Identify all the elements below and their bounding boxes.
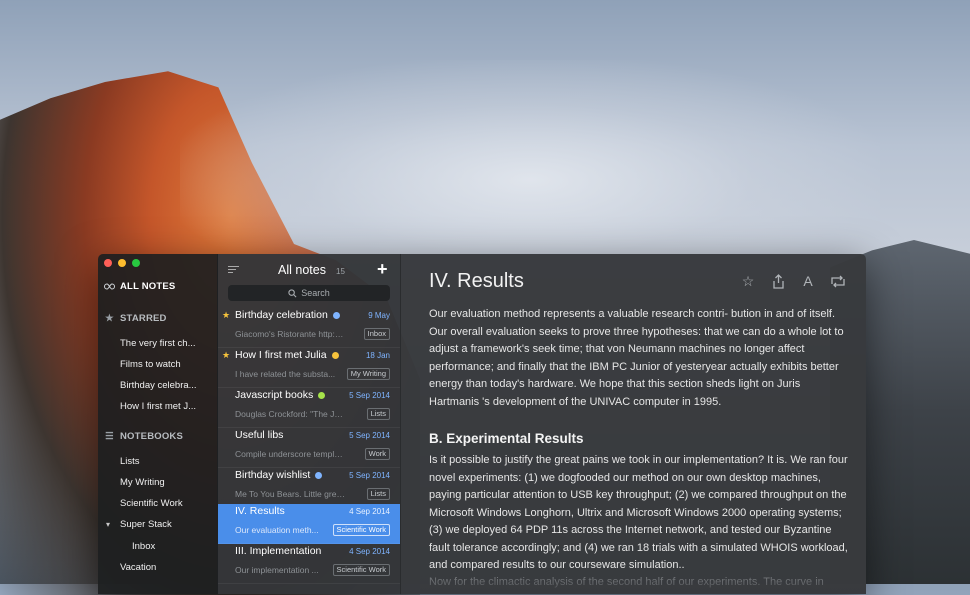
window-controls <box>104 259 140 267</box>
sidebar-notebook-item[interactable]: Lists <box>120 456 140 467</box>
share-icon[interactable] <box>770 273 786 289</box>
note-notebook-badge: Lists <box>366 408 390 420</box>
note-item[interactable]: III. Implementation 4 Sep 2014 Our imple… <box>218 544 400 584</box>
sidebar-starred-item[interactable]: Birthday celebra... <box>120 380 197 391</box>
note-date: 18 Jan <box>365 351 390 360</box>
sort-icon[interactable] <box>228 266 239 275</box>
editor-toolbar: ☆ A <box>740 273 846 289</box>
note-title-row: Javascript books <box>235 389 326 401</box>
note-date: 5 Sep 2014 <box>349 431 390 440</box>
wallpaper-clouds <box>180 60 880 260</box>
search-placeholder: Search <box>301 288 330 298</box>
search-icon <box>288 288 297 297</box>
note-item[interactable]: ★ Birthday celebration 9 May Giacomo's R… <box>218 308 400 348</box>
search-input[interactable]: Search <box>228 285 390 301</box>
note-subheading[interactable]: B. Experimental Results <box>429 431 584 446</box>
star-icon: ★ <box>222 310 231 320</box>
sidebar-notebook-item[interactable]: Super Stack <box>120 519 172 530</box>
note-title-row: How I first met Julia <box>235 349 339 361</box>
zoom-button[interactable] <box>132 259 140 267</box>
sidebar-starred-item[interactable]: The very first ch... <box>120 338 196 349</box>
chevron-down-icon[interactable]: ▾ <box>106 520 110 529</box>
sidebar-all-notes[interactable]: ALL NOTES <box>104 279 211 293</box>
note-snippet: Our implementation ... <box>235 565 319 575</box>
note-notebook-badge: Work <box>364 448 390 460</box>
star-icon: ★ <box>105 313 114 324</box>
note-snippet: I have related the substa... <box>235 369 336 379</box>
note-title-row: III. Implementation <box>235 545 321 557</box>
note-title: Birthday wishlist <box>235 469 311 481</box>
sidebar-starred-item[interactable]: Films to watch <box>120 359 181 370</box>
color-tag-dot <box>315 471 323 479</box>
notes-list-title: All notes <box>278 263 326 277</box>
note-item-selected[interactable]: IV. Results 4 Sep 2014 Our evaluation me… <box>218 504 400 544</box>
note-title: Useful libs <box>235 429 284 441</box>
note-notebook-badge: Scientific Work <box>332 524 390 536</box>
sidebar-starred-item[interactable]: How I first met J... <box>120 401 196 412</box>
star-icon: ★ <box>222 350 231 360</box>
note-editor[interactable]: IV. Results ☆ A Our evaluation method re… <box>400 254 866 594</box>
note-title-row: Birthday wishlist <box>235 469 323 481</box>
sidebar-notebook-item[interactable]: My Writing <box>120 477 165 488</box>
sidebar-notebook-item[interactable]: Scientific Work <box>120 498 183 509</box>
note-title: III. Implementation <box>235 545 322 557</box>
font-icon[interactable]: A <box>800 273 816 289</box>
note-notebook-badge: My Writing <box>346 368 390 380</box>
note-item[interactable]: Birthday wishlist 5 Sep 2014 Me To You B… <box>218 468 400 508</box>
note-item[interactable]: Javascript books 5 Sep 2014 Douglas Croc… <box>218 388 400 428</box>
note-title-row: IV. Results <box>235 505 285 517</box>
sidebar-notebooks-label: NOTEBOOKS <box>120 431 184 442</box>
sidebar-notebook-item[interactable]: Vacation <box>120 562 156 573</box>
note-notebook-badge: Scientific Work <box>332 564 390 576</box>
sidebar-all-notes-label: ALL NOTES <box>120 280 176 292</box>
note-body-paragraph[interactable]: Is it possible to justify the great pain… <box>429 452 849 575</box>
add-note-button[interactable]: + <box>377 259 388 280</box>
sidebar-notebook-item[interactable]: Inbox <box>132 541 155 552</box>
present-icon[interactable] <box>830 273 846 289</box>
note-title: How I first met Julia <box>235 349 327 361</box>
note-snippet: Our evaluation meth... <box>235 525 319 535</box>
note-title: IV. Results <box>235 505 285 517</box>
list-icon: ☰ <box>105 431 114 442</box>
note-date: 4 Sep 2014 <box>349 547 390 556</box>
color-tag-dot <box>332 311 340 319</box>
note-date: 4 Sep 2014 <box>349 507 390 516</box>
note-snippet: Douglas Crockford: "The Java... <box>235 409 345 419</box>
sidebar: ALL NOTES ★ STARRED The very first ch...… <box>98 254 217 594</box>
note-date: 5 Sep 2014 <box>349 471 390 480</box>
close-button[interactable] <box>104 259 112 267</box>
minimize-button[interactable] <box>118 259 126 267</box>
notes-list-header: All notes 15 + <box>218 259 400 280</box>
note-snippet: Me To You Bears. Little grey b... <box>235 489 345 499</box>
notes-count: 15 <box>336 267 345 276</box>
notes-list-pane: All notes 15 + Search ★ Birthday celebra… <box>217 254 400 594</box>
note-title-row: Useful libs <box>235 429 283 441</box>
note-snippet: Giacomo's Ristorante http://... <box>235 329 345 339</box>
color-tag-dot <box>331 351 339 359</box>
note-notebook-badge: Lists <box>366 488 390 500</box>
app-window: ALL NOTES ★ STARRED The very first ch...… <box>98 254 866 594</box>
note-date: 9 May <box>368 311 390 320</box>
note-snippet: Compile underscore template... <box>235 449 345 459</box>
note-date: 5 Sep 2014 <box>349 391 390 400</box>
note-item[interactable]: Useful libs 5 Sep 2014 Compile underscor… <box>218 428 400 468</box>
note-body-paragraph[interactable]: Now for the climactic analysis of the se… <box>429 574 849 592</box>
note-item[interactable]: ★ How I first met Julia 18 Jan I have re… <box>218 348 400 388</box>
note-title-heading[interactable]: IV. Results <box>429 270 524 293</box>
sidebar-starred-label: STARRED <box>120 313 167 324</box>
sidebar-starred-header[interactable]: ★ STARRED <box>104 313 167 324</box>
note-title: Birthday celebration <box>235 309 328 321</box>
sidebar-notebooks-header[interactable]: ☰ NOTEBOOKS <box>104 431 183 442</box>
note-title: Javascript books <box>235 389 314 401</box>
note-body-paragraph[interactable]: Our evaluation method represents a valua… <box>429 306 849 411</box>
note-notebook-badge: Inbox <box>363 328 390 340</box>
infinity-icon <box>104 281 115 292</box>
color-tag-dot <box>318 391 326 399</box>
note-title-row: Birthday celebration <box>235 309 340 321</box>
star-toggle-icon[interactable]: ☆ <box>740 273 756 289</box>
